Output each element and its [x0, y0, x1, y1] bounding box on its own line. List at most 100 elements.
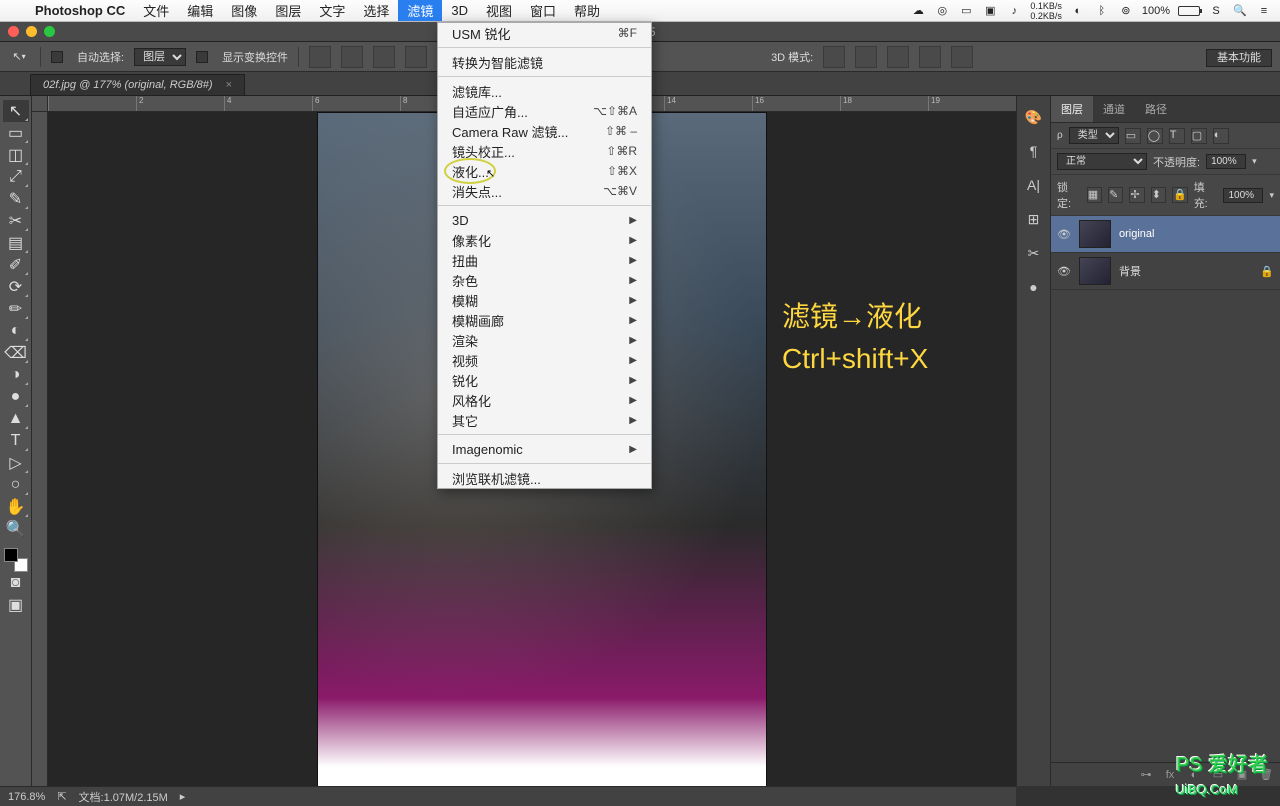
tab-paths[interactable]: 路径: [1135, 96, 1177, 122]
filter-icon-4[interactable]: ▢: [1191, 128, 1207, 144]
character-dock-icon[interactable]: A|: [1021, 172, 1047, 198]
lasso-tool[interactable]: ◫: [3, 144, 29, 166]
filter-icon-5[interactable]: ◐: [1213, 128, 1229, 144]
menu-imagenomic-sub[interactable]: Imagenomic▶: [438, 439, 651, 459]
menu-liquify[interactable]: 液化...⇧⌘X ↖: [438, 161, 651, 181]
video-icon[interactable]: ▭: [958, 3, 974, 19]
blend-mode-select[interactable]: 正常: [1057, 153, 1147, 170]
layer-kind-filter[interactable]: 类型: [1069, 127, 1119, 144]
menu-noise-sub[interactable]: 杂色▶: [438, 270, 651, 290]
battery-icon[interactable]: [1178, 6, 1200, 16]
menu-filter[interactable]: 滤镜: [398, 0, 442, 21]
styles-dock-icon[interactable]: ✂: [1021, 240, 1047, 266]
quick-mask[interactable]: ◙: [3, 572, 29, 594]
color-dock-icon[interactable]: 🎨: [1021, 104, 1047, 130]
adjustments-dock-icon[interactable]: ⊞: [1021, 206, 1047, 232]
filter-icon-1[interactable]: ▭: [1125, 128, 1141, 144]
doc-tab-close-icon[interactable]: ×: [226, 79, 232, 91]
layer-item-original[interactable]: 👁 original: [1051, 216, 1280, 253]
menu-image[interactable]: 图像: [222, 0, 266, 21]
menu-window[interactable]: 窗口: [521, 0, 565, 21]
workspace-switcher[interactable]: 基本功能: [1206, 49, 1272, 67]
filter-icon-3[interactable]: T: [1169, 128, 1185, 144]
auto-select-dropdown[interactable]: 图层: [134, 48, 186, 66]
doc-tab[interactable]: 02f.jpg @ 177% (original, RGB/8#) ×: [30, 74, 245, 95]
wechat-icon[interactable]: ☁: [910, 3, 926, 19]
3d-btn-3[interactable]: [887, 46, 909, 68]
menu-pixelate-sub[interactable]: 像素化▶: [438, 230, 651, 250]
menu-distort-sub[interactable]: 扭曲▶: [438, 250, 651, 270]
gradient-tool[interactable]: ⌫: [3, 342, 29, 364]
healing-tool[interactable]: ▤: [3, 232, 29, 254]
move-tool[interactable]: ↖: [3, 100, 29, 122]
wifi-icon[interactable]: ⊚: [1118, 3, 1134, 19]
align-btn-3[interactable]: [373, 46, 395, 68]
visibility-icon[interactable]: 👁: [1057, 265, 1071, 278]
quick-select-tool[interactable]: ⤢: [3, 166, 29, 188]
opacity-input[interactable]: [1206, 154, 1246, 169]
fill-input[interactable]: [1223, 188, 1263, 203]
menu-blur-sub[interactable]: 模糊▶: [438, 290, 651, 310]
ruler-vertical[interactable]: [32, 112, 48, 786]
menu-type[interactable]: 文字: [310, 0, 354, 21]
filter-icon-2[interactable]: ◯: [1147, 128, 1163, 144]
lock-artboard-icon[interactable]: ⬍: [1151, 187, 1166, 203]
layer-thumbnail[interactable]: [1079, 220, 1111, 248]
menu-adaptive-wide[interactable]: 自适应广角...⌥⇧⌘A: [438, 101, 651, 121]
screen-icon[interactable]: ▣: [982, 3, 998, 19]
export-icon[interactable]: ⇱: [57, 790, 66, 803]
menu-blur-gallery-sub[interactable]: 模糊画廊▶: [438, 310, 651, 330]
menu-help[interactable]: 帮助: [565, 0, 609, 21]
close-icon[interactable]: [8, 26, 19, 37]
type-tool[interactable]: T: [3, 430, 29, 452]
menu-video-sub[interactable]: 视频▶: [438, 350, 651, 370]
align-btn-4[interactable]: [405, 46, 427, 68]
3d-btn-2[interactable]: [855, 46, 877, 68]
hand-tool[interactable]: ✋: [3, 496, 29, 518]
screen-mode[interactable]: ▣: [3, 594, 29, 616]
3d-btn-5[interactable]: [951, 46, 973, 68]
notification-icon[interactable]: ≡: [1256, 3, 1272, 19]
brush-tool[interactable]: ✐: [3, 254, 29, 276]
menu-layer[interactable]: 图层: [266, 0, 310, 21]
3d-btn-1[interactable]: [823, 46, 845, 68]
menu-filter-gallery[interactable]: 滤镜库...: [438, 81, 651, 101]
circle-dock-icon[interactable]: ●: [1021, 274, 1047, 300]
doc-info[interactable]: 文档:1.07M/2.15M: [79, 789, 168, 805]
align-btn-1[interactable]: [309, 46, 331, 68]
align-btn-2[interactable]: [341, 46, 363, 68]
menu-usm-sharpen[interactable]: USM 锐化⌘F: [438, 23, 651, 43]
music-icon[interactable]: ♪: [1006, 3, 1022, 19]
user-icon[interactable]: ◐: [1070, 3, 1086, 19]
lock-all-icon[interactable]: 🔒: [1172, 187, 1188, 203]
color-swatches[interactable]: [4, 548, 28, 572]
minimize-icon[interactable]: [26, 26, 37, 37]
menu-select[interactable]: 选择: [354, 0, 398, 21]
marquee-tool[interactable]: ▭: [3, 122, 29, 144]
menu-lens-correction[interactable]: 镜头校正...⇧⌘R: [438, 141, 651, 161]
bluetooth-icon[interactable]: ᛒ: [1094, 3, 1110, 19]
lock-pixels-icon[interactable]: ✎: [1108, 187, 1123, 203]
zoom-tool[interactable]: 🔍: [3, 518, 29, 540]
foreground-color[interactable]: [4, 548, 18, 562]
lock-position-icon[interactable]: ✢: [1129, 187, 1144, 203]
lock-icon[interactable]: 🔒: [1260, 265, 1274, 278]
crop-tool[interactable]: ✎: [3, 188, 29, 210]
qq-icon[interactable]: ◎: [934, 3, 950, 19]
paragraph-dock-icon[interactable]: ¶: [1021, 138, 1047, 164]
shape-tool[interactable]: ○: [3, 474, 29, 496]
link-layers-icon[interactable]: ⊶: [1138, 767, 1154, 783]
menu-other-sub[interactable]: 其它▶: [438, 410, 651, 430]
menu-sharpen-sub[interactable]: 锐化▶: [438, 370, 651, 390]
menu-3d-sub[interactable]: 3D▶: [438, 210, 651, 230]
blur-tool[interactable]: ◑: [3, 364, 29, 386]
zoom-level[interactable]: 176.8%: [8, 791, 45, 803]
layer-item-background[interactable]: 👁 背景 🔒: [1051, 253, 1280, 290]
eyedropper-tool[interactable]: ✂: [3, 210, 29, 232]
maximize-icon[interactable]: [44, 26, 55, 37]
move-tool-icon[interactable]: ↖▾: [8, 46, 30, 68]
menu-view[interactable]: 视图: [477, 0, 521, 21]
path-select-tool[interactable]: ▷: [3, 452, 29, 474]
dodge-tool[interactable]: ●: [3, 386, 29, 408]
menu-render-sub[interactable]: 渲染▶: [438, 330, 651, 350]
